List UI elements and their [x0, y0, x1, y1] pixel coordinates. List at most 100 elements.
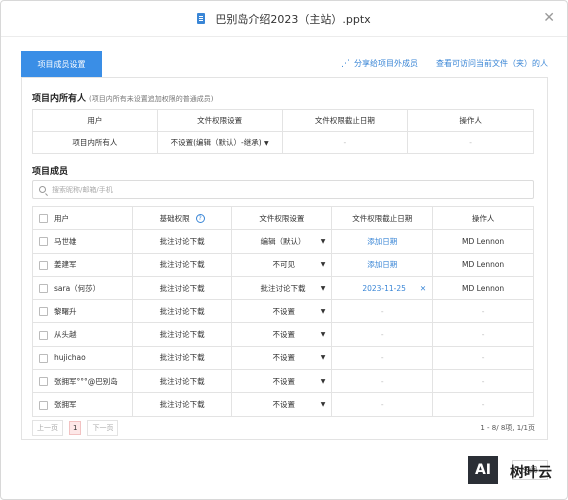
- member-permission-select[interactable]: 不设置 ▼: [231, 392, 333, 417]
- share-external-link[interactable]: 分享给项目外成员: [354, 58, 418, 69]
- member-user: hujichao: [32, 345, 133, 371]
- caret-down-icon: ▼: [320, 331, 326, 339]
- member-basic: 批注讨论下载: [131, 322, 233, 347]
- member-row: 张拥军°°°@巴别岛 批注讨论下载 不设置 ▼ - -: [32, 369, 534, 394]
- members-section-title: 项目成员: [32, 167, 69, 177]
- help-icon[interactable]: ?: [195, 214, 205, 224]
- owner-section-subtitle: (项目内所有未设置追加权限的普通成员): [89, 95, 214, 103]
- member-user: 张拥军°°°@巴别岛: [32, 369, 133, 394]
- search-icon: [39, 186, 46, 193]
- top-links: ⋰ 分享给项目外成员 查看可访问当前文件（夹）的人: [341, 58, 548, 69]
- member-permission-select[interactable]: 编辑（默认） ▼: [231, 229, 333, 254]
- member-row: 姜建军 批注讨论下载 不可见 ▼ 添加日期 MD Lennon: [32, 252, 534, 277]
- member-permission-select[interactable]: 不设置 ▼: [231, 369, 333, 394]
- add-date-link[interactable]: 添加日期: [331, 229, 434, 254]
- row-checkbox[interactable]: [39, 260, 48, 270]
- clear-icon[interactable]: ✕: [420, 284, 426, 293]
- row-checkbox[interactable]: [39, 307, 48, 317]
- member-row: 黎曙升 批注讨论下载 不设置 ▼ - -: [32, 299, 534, 324]
- member-row: 从头越 批注讨论下载 不设置 ▼ - -: [32, 322, 534, 347]
- member-basic: 批注讨论下载: [131, 252, 233, 277]
- header-deadline: 文件权限截止日期: [331, 205, 434, 231]
- row-checkbox[interactable]: [39, 400, 48, 410]
- member-permission-select[interactable]: 不可见 ▼: [231, 252, 333, 277]
- member-name: hujichao: [54, 353, 86, 363]
- owner-user: 项目内所有人: [32, 131, 158, 154]
- permission-value: 不设置: [272, 353, 295, 363]
- member-user: 姜建军: [32, 252, 133, 277]
- permission-value: 批注讨论下载: [260, 283, 306, 293]
- header-user-col: 用户: [32, 205, 133, 231]
- next-page-button[interactable]: 下一页: [87, 420, 119, 436]
- member-user: 黎曙升: [32, 299, 133, 324]
- owner-permission-select[interactable]: 不设置(编辑（默认）-继承) ▼: [156, 131, 283, 154]
- member-name: 黎曙升: [54, 306, 77, 316]
- header-file-permission: 文件权限设置: [156, 109, 283, 132]
- pagination-info: 1 - 8/ 8项, 1/1页: [480, 424, 535, 432]
- member-permission-select[interactable]: 不设置 ▼: [231, 345, 333, 371]
- member-row: sara（何莎） 批注讨论下载 批注讨论下载 ▼ 2023-11-25 ✕ MD L…: [32, 275, 534, 301]
- member-user: sara（何莎）: [32, 275, 133, 301]
- owner-table: 用户 文件权限设置 文件权限截止日期 操作人 项目内所有人 不设置(编辑（默认）…: [32, 109, 534, 154]
- header-operator: 操作人: [432, 205, 534, 231]
- member-deadline: -: [331, 345, 434, 371]
- row-checkbox[interactable]: [39, 284, 48, 294]
- member-basic: 批注讨论下载: [131, 392, 233, 417]
- member-name: 姜建军: [54, 260, 77, 270]
- watermark-logo: AI: [468, 456, 498, 484]
- member-table-header: 用户 基础权限? 文件权限设置 文件权限截止日期 操作人: [32, 205, 534, 231]
- permission-value: 不设置: [272, 330, 295, 340]
- member-operator: -: [432, 345, 534, 371]
- owner-deadline: -: [281, 131, 409, 154]
- row-checkbox[interactable]: [39, 237, 48, 247]
- member-basic: 批注讨论下载: [131, 369, 233, 394]
- member-basic: 批注讨论下载: [131, 345, 233, 371]
- member-name: 马世雄: [54, 236, 77, 246]
- page-number-current[interactable]: 1: [69, 421, 82, 435]
- member-user: 张拥军: [32, 392, 133, 417]
- header-user: 用户: [32, 109, 158, 132]
- prev-page-button[interactable]: 上一页: [32, 420, 63, 436]
- member-table: 用户 基础权限? 文件权限设置 文件权限截止日期 操作人 马世雄 批注讨论下载 …: [32, 205, 534, 417]
- member-operator: MD Lennon: [432, 275, 534, 301]
- header-basic-label: 基础权限: [159, 213, 190, 223]
- header-file-permission: 文件权限设置: [231, 205, 333, 231]
- permission-value: 不可见: [272, 260, 295, 270]
- pagination: 上一页 1 下一页: [32, 420, 124, 436]
- who-can-access-link[interactable]: 查看可访问当前文件（夹）的人: [436, 58, 548, 69]
- permission-value: 编辑（默认）: [260, 236, 306, 246]
- owner-table-header: 用户 文件权限设置 文件权限截止日期 操作人: [32, 109, 534, 132]
- member-operator: -: [432, 392, 534, 417]
- member-operator: -: [432, 322, 534, 347]
- header-operator: 操作人: [407, 109, 534, 132]
- member-row: hujichao 批注讨论下载 不设置 ▼ - -: [32, 345, 534, 371]
- select-all-checkbox[interactable]: [39, 214, 48, 224]
- header-deadline: 文件权限截止日期: [281, 109, 409, 132]
- owner-section-title: 项目内所有人 (项目内所有未设置追加权限的普通成员): [32, 91, 213, 104]
- member-basic: 批注讨论下载: [131, 229, 233, 254]
- member-user: 从头越: [32, 322, 133, 347]
- header-basic-permission: 基础权限?: [131, 205, 233, 231]
- caret-down-icon: ▼: [320, 261, 326, 269]
- row-checkbox[interactable]: [39, 330, 48, 340]
- owner-operator: -: [407, 131, 534, 154]
- deadline-value[interactable]: 2023-11-25: [362, 284, 406, 293]
- member-permission-select[interactable]: 不设置 ▼: [231, 299, 333, 324]
- tab-member-settings[interactable]: 项目成员设置: [21, 51, 102, 77]
- close-icon[interactable]: ✕: [543, 11, 555, 25]
- add-date-link[interactable]: 添加日期: [331, 252, 434, 277]
- member-basic: 批注讨论下载: [131, 275, 233, 301]
- member-name: sara（何莎）: [54, 283, 101, 293]
- dialog-title: 巴别岛介绍2023（主站）.pptx: [215, 12, 371, 26]
- member-name: 张拥军: [54, 400, 77, 410]
- owner-section-heading: 项目内所有人: [32, 94, 87, 104]
- caret-down-icon: ▼: [320, 401, 326, 409]
- member-permission-select[interactable]: 批注讨论下载 ▼: [231, 275, 333, 301]
- row-checkbox[interactable]: [39, 353, 48, 363]
- member-search-input[interactable]: 搜索昵称/邮箱/手机: [32, 180, 534, 199]
- watermark-text: 树叶云: [510, 465, 552, 481]
- row-checkbox[interactable]: [39, 377, 48, 387]
- member-deadline: -: [331, 369, 434, 394]
- member-permission-select[interactable]: 不设置 ▼: [231, 322, 333, 347]
- permission-value: 不设置: [272, 400, 295, 410]
